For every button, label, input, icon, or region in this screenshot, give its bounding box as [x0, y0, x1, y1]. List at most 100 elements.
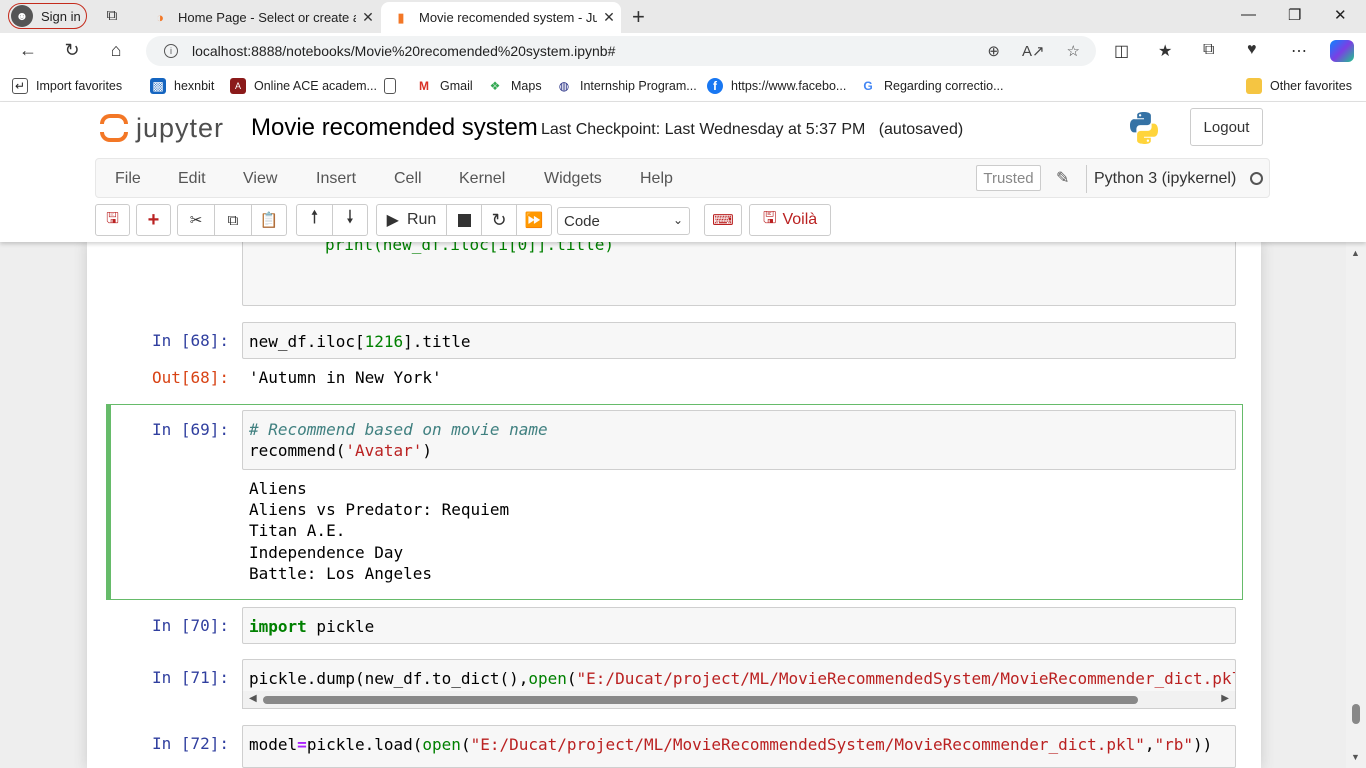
code-input[interactable]: # Recommend based on movie name recommen…	[242, 410, 1236, 470]
scroll-right-icon[interactable]: ▶	[1221, 693, 1229, 704]
minimize-icon[interactable]: —	[1241, 6, 1256, 23]
cell-output-line: Independence Day	[249, 543, 404, 562]
insert-cell-button[interactable]: +	[136, 204, 171, 236]
menu-help[interactable]: Help	[640, 170, 673, 188]
back-icon[interactable]: ←	[16, 40, 40, 61]
code-input[interactable]: import pickle	[242, 607, 1236, 644]
code-input[interactable]: print(new_df.iloc[i[0]].title)	[242, 242, 1236, 306]
voila-button[interactable]: 🖫 Voilà	[749, 204, 831, 236]
url-field[interactable]: i localhost:8888/notebooks/Movie%20recom…	[146, 36, 1096, 66]
menu-view[interactable]: View	[243, 170, 277, 188]
close-window-icon[interactable]: ✕	[1334, 6, 1347, 24]
code-input[interactable]: model=pickle.load(open("E:/Ducat/project…	[242, 725, 1236, 768]
scroll-left-icon[interactable]: ◀	[249, 693, 257, 704]
notebook-background: print(new_df.iloc[i[0]].title) In [68]: …	[0, 242, 1346, 768]
copilot-icon[interactable]	[1330, 40, 1354, 62]
favorite-import[interactable]: ↵ Import favorites	[12, 78, 122, 94]
scrollbar-thumb[interactable]	[1352, 704, 1360, 724]
command-palette-button[interactable]: ⌨	[704, 204, 742, 236]
ace-icon: A	[230, 78, 246, 94]
new-tab-icon[interactable]: +	[632, 4, 645, 30]
checkpoint-status: Last Checkpoint: Last Wednesday at 5:37 …	[541, 121, 964, 138]
import-icon: ↵	[12, 78, 28, 94]
copy-button[interactable]: ⧉	[214, 204, 252, 236]
kernel-name[interactable]: Python 3 (ipykernel)	[1094, 170, 1236, 188]
facebook-icon: f	[707, 78, 723, 94]
logout-button[interactable]: Logout	[1190, 108, 1263, 146]
paste-button[interactable]: 📋	[251, 204, 287, 236]
page-icon	[384, 78, 396, 94]
favorite-maps[interactable]: ❖ Maps	[487, 78, 542, 94]
home-icon[interactable]: ⌂	[104, 40, 128, 61]
output-prompt: Out[68]:	[151, 368, 229, 387]
horizontal-scrollbar[interactable]: ◀ ▶	[242, 691, 1236, 709]
split-screen-icon[interactable]: ◫	[1114, 41, 1129, 61]
tab-title: Movie recomended system - Jup	[419, 10, 597, 25]
move-down-button[interactable]: 🠗	[332, 204, 368, 236]
menu-edit[interactable]: Edit	[178, 170, 206, 188]
cell-output-line: Battle: Los Angeles	[249, 564, 433, 583]
move-up-button[interactable]: 🠕	[296, 204, 333, 236]
favorite-gmail[interactable]: M Gmail	[416, 78, 473, 94]
jupyter-logo-icon	[100, 112, 128, 144]
arrow-down-icon: 🠗	[346, 207, 354, 227]
favorites-icon[interactable]: ★	[1158, 41, 1172, 61]
read-aloud-icon[interactable]: A↗	[1022, 42, 1045, 60]
code-input[interactable]: pickle.dump(new_df.to_dict(),open("E:/Du…	[242, 659, 1236, 692]
edit-pencil-icon[interactable]: ✎	[1056, 168, 1069, 188]
notebook-name[interactable]: Movie recomended system	[251, 114, 538, 142]
hexnbit-icon: ▩	[150, 78, 166, 94]
close-tab-icon[interactable]: ✕	[356, 9, 380, 26]
favorite-hexnbit[interactable]: ▩ hexnbit	[150, 78, 214, 94]
zoom-icon[interactable]: ⊕	[987, 42, 1000, 60]
favorite-internship[interactable]: ◍ Internship Program...	[556, 78, 697, 94]
code-input[interactable]: new_df.iloc[1216].title	[242, 322, 1236, 359]
collections-icon[interactable]: ⧉	[1203, 41, 1214, 59]
save-button[interactable]: 🖫	[95, 204, 130, 236]
workspaces-icon[interactable]: ⧉	[103, 7, 121, 25]
divider	[1086, 165, 1087, 193]
address-bar-row: ← ↻ ⌂ i localhost:8888/notebooks/Movie%2…	[0, 33, 1366, 69]
site-info-icon[interactable]: i	[164, 44, 178, 58]
trusted-badge[interactable]: Trusted	[976, 165, 1041, 191]
favorite-page[interactable]	[384, 78, 404, 94]
favorite-ace[interactable]: A Online ACE academ...	[230, 78, 377, 94]
favorite-regarding[interactable]: G Regarding correctio...	[860, 78, 1003, 94]
keyboard-icon: ⌨	[712, 212, 734, 229]
cell-output-line: Titan A.E.	[249, 521, 346, 540]
notebook-tab-icon: ▮	[397, 9, 405, 25]
interrupt-button[interactable]	[446, 204, 482, 236]
menu-widgets[interactable]: Widgets	[544, 170, 602, 188]
paste-icon: 📋	[259, 212, 279, 229]
scrollbar-thumb[interactable]	[263, 696, 1138, 704]
menu-insert[interactable]: Insert	[316, 170, 356, 188]
stop-icon	[457, 213, 471, 227]
favorite-other[interactable]: Other favorites	[1246, 78, 1352, 94]
restart-icon: ↻	[491, 209, 507, 230]
input-prompt: In [70]:	[151, 616, 229, 635]
tab-notebook[interactable]: ▮ Movie recomended system - Jup ✕	[381, 2, 621, 33]
vertical-scrollbar[interactable]: ▲ ▼	[1346, 242, 1366, 768]
tab-home-page[interactable]: ◑ Home Page - Select or create a n ✕	[140, 2, 380, 33]
favorite-star-icon[interactable]: ☆	[1067, 42, 1080, 60]
jupyter-logo[interactable]: jupyter	[100, 112, 224, 144]
scroll-down-icon[interactable]: ▼	[1351, 752, 1360, 762]
menu-file[interactable]: File	[115, 170, 141, 188]
refresh-icon[interactable]: ↻	[60, 40, 84, 61]
cell-type-select[interactable]: Code ⌄	[557, 207, 690, 235]
favorite-facebook[interactable]: f https://www.facebo...	[707, 78, 846, 94]
browser-essentials-icon[interactable]: ♥	[1247, 41, 1257, 59]
menu-cell[interactable]: Cell	[394, 170, 422, 188]
run-button[interactable]: ▶ Run	[376, 204, 447, 236]
close-tab-icon[interactable]: ✕	[597, 9, 621, 26]
restart-button[interactable]: ↻	[481, 204, 517, 236]
scroll-up-icon[interactable]: ▲	[1351, 248, 1360, 258]
play-icon: ▶	[386, 212, 399, 229]
cut-button[interactable]: ✂	[177, 204, 215, 236]
scissors-icon: ✂	[189, 212, 203, 229]
menu-kernel[interactable]: Kernel	[459, 170, 505, 188]
sign-in-button[interactable]: ☻ Sign in	[8, 3, 87, 29]
restart-run-all-button[interactable]: ⏩	[516, 204, 552, 236]
more-options-icon[interactable]: ⋯	[1291, 41, 1307, 61]
restore-icon[interactable]: ❐	[1288, 6, 1301, 24]
